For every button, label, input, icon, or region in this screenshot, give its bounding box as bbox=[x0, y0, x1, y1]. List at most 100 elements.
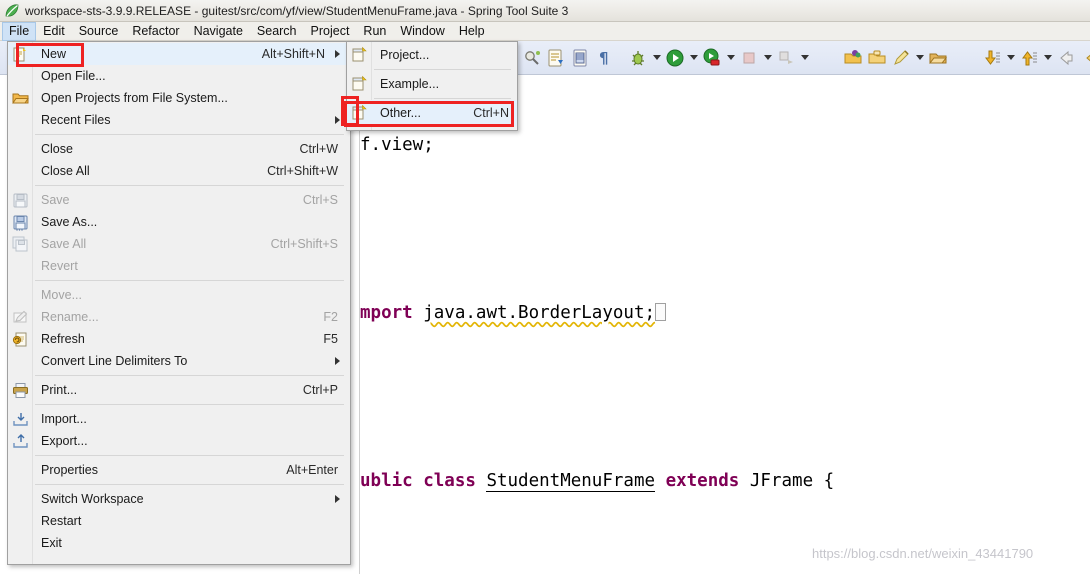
menu-item-new[interactable]: New Alt+Shift+N bbox=[8, 43, 350, 65]
new-icon bbox=[12, 46, 29, 63]
menubar-item-file[interactable]: File bbox=[2, 21, 37, 41]
debug-dropdown-caret-icon[interactable] bbox=[650, 46, 663, 70]
rename-icon bbox=[12, 309, 29, 326]
relaunch-dropdown-caret-icon[interactable] bbox=[798, 46, 811, 70]
menu-item-save-as[interactable]: Save As... bbox=[8, 211, 350, 233]
previous-annotation-icon[interactable] bbox=[1017, 46, 1041, 70]
submenu-separator bbox=[374, 69, 511, 70]
relaunch-icon[interactable] bbox=[774, 46, 798, 70]
show-whitespace-icon[interactable]: ¶ bbox=[592, 46, 616, 70]
package-icon[interactable] bbox=[926, 46, 950, 70]
submenu-item-project[interactable]: Project... bbox=[347, 42, 517, 68]
submenu-item-label: Project... bbox=[380, 48, 430, 62]
menu-item-label: Save As... bbox=[41, 215, 98, 229]
submenu-item-other[interactable]: Other... Ctrl+N bbox=[347, 100, 517, 126]
run-boot-dropdown-caret-icon[interactable] bbox=[724, 46, 737, 70]
menu-item-close[interactable]: Close Ctrl+W bbox=[8, 138, 350, 160]
menu-item-close-all[interactable]: Close All Ctrl+Shift+W bbox=[8, 160, 350, 182]
debug-icon[interactable] bbox=[626, 46, 650, 70]
menu-item-accelerator: Ctrl+Shift+W bbox=[267, 164, 338, 178]
back-icon[interactable] bbox=[1054, 46, 1078, 70]
next-annotation-icon[interactable] bbox=[980, 46, 1004, 70]
menu-item-label: Close All bbox=[41, 164, 90, 178]
menu-item-switch-workspace[interactable]: Switch Workspace bbox=[8, 488, 350, 510]
edit-icon[interactable] bbox=[889, 46, 913, 70]
search-declaration-icon[interactable] bbox=[520, 46, 544, 70]
refresh-icon bbox=[12, 331, 29, 348]
menubar-item-navigate[interactable]: Navigate bbox=[187, 22, 250, 41]
folder-open-icon bbox=[12, 90, 29, 107]
menu-item-rename: Rename... F2 bbox=[8, 306, 350, 328]
menubar-item-help[interactable]: Help bbox=[452, 22, 492, 41]
menu-item-save-all: Save All Ctrl+Shift+S bbox=[8, 233, 350, 255]
menu-item-label: Convert Line Delimiters To bbox=[41, 354, 188, 368]
import-icon bbox=[12, 411, 29, 428]
menu-item-label: Exit bbox=[41, 536, 62, 550]
run-icon[interactable] bbox=[663, 46, 687, 70]
menubar-item-run[interactable]: Run bbox=[356, 22, 393, 41]
menu-separator bbox=[35, 134, 344, 135]
menu-item-label: Refresh bbox=[41, 332, 85, 346]
submenu-arrow-icon bbox=[335, 357, 340, 365]
spring-leaf-icon bbox=[4, 3, 20, 19]
menubar-item-search[interactable]: Search bbox=[250, 22, 304, 41]
new-java-package-icon[interactable] bbox=[568, 46, 592, 70]
menu-item-export[interactable]: Export... bbox=[8, 430, 350, 452]
collapsed-imports-box[interactable] bbox=[655, 303, 667, 321]
menubar-item-window[interactable]: Window bbox=[393, 22, 451, 41]
menu-item-restart[interactable]: Restart bbox=[8, 510, 350, 532]
menubar-item-project[interactable]: Project bbox=[304, 22, 357, 41]
new-other-icon bbox=[351, 104, 368, 121]
menu-item-properties[interactable]: Properties Alt+Enter bbox=[8, 459, 350, 481]
menu-item-accelerator: Alt+Enter bbox=[286, 463, 338, 477]
menu-item-accelerator: Ctrl+S bbox=[302, 193, 338, 207]
code-line: ublic class StudentMenuFrame extends JFr… bbox=[360, 471, 835, 492]
terminate-icon[interactable] bbox=[737, 46, 761, 70]
menu-item-label: Save bbox=[41, 193, 70, 207]
code-text[interactable]: f.view; mport java.awt.BorderLayout; ubl… bbox=[350, 75, 1090, 574]
submenu-item-label: Other... bbox=[380, 106, 421, 120]
menubar-item-refactor[interactable]: Refactor bbox=[125, 22, 186, 41]
submenu-arrow-icon bbox=[335, 116, 340, 124]
menu-item-label: Revert bbox=[41, 259, 78, 273]
menubar-item-source[interactable]: Source bbox=[72, 22, 126, 41]
terminate-dropdown-caret-icon[interactable] bbox=[761, 46, 774, 70]
menu-item-open-file[interactable]: Open File... bbox=[8, 65, 350, 87]
save-icon bbox=[12, 192, 29, 209]
submenu-item-label: Example... bbox=[380, 77, 440, 91]
menu-item-recent-files[interactable]: Recent Files bbox=[8, 109, 350, 131]
submenu-separator bbox=[374, 98, 511, 99]
code-line: mport java.awt.BorderLayout; bbox=[350, 299, 1090, 327]
menu-item-convert-line-delimiters-to[interactable]: Convert Line Delimiters To bbox=[8, 350, 350, 372]
run-boot-icon[interactable] bbox=[700, 46, 724, 70]
menu-item-exit[interactable]: Exit bbox=[8, 532, 350, 554]
file-menu-popup[interactable]: New Alt+Shift+N Open File... Open Projec… bbox=[7, 41, 351, 565]
edit-dropdown-caret-icon[interactable] bbox=[913, 46, 926, 70]
submenu-arrow-icon bbox=[335, 50, 340, 58]
submenu-item-accelerator: Ctrl+N bbox=[473, 106, 509, 120]
previous-annotation-caret-icon[interactable] bbox=[1041, 46, 1054, 70]
new-spring-project-icon[interactable] bbox=[841, 46, 865, 70]
menubar-item-edit[interactable]: Edit bbox=[36, 22, 72, 41]
forward-icon[interactable] bbox=[1078, 46, 1090, 70]
run-dropdown-caret-icon[interactable] bbox=[687, 46, 700, 70]
menu-item-import[interactable]: Import... bbox=[8, 408, 350, 430]
menu-item-print[interactable]: Print... Ctrl+P bbox=[8, 379, 350, 401]
submenu-item-example[interactable]: Example... bbox=[347, 71, 517, 97]
new-submenu-popup[interactable]: Project... Example... Other... Ctrl+N bbox=[346, 41, 518, 131]
menu-item-label: Open Projects from File System... bbox=[41, 91, 228, 105]
open-folder-icon[interactable] bbox=[865, 46, 889, 70]
menu-item-move: Move... bbox=[8, 284, 350, 306]
new-java-class-icon[interactable] bbox=[544, 46, 568, 70]
menu-item-label: Properties bbox=[41, 463, 98, 477]
submenu-arrow-icon bbox=[335, 495, 340, 503]
new-project-icon bbox=[351, 46, 368, 63]
menu-item-accelerator: Ctrl+Shift+S bbox=[270, 237, 338, 251]
menu-item-open-projects-from-file-system[interactable]: Open Projects from File System... bbox=[8, 87, 350, 109]
menu-item-refresh[interactable]: Refresh F5 bbox=[8, 328, 350, 350]
menu-item-label: Export... bbox=[41, 434, 88, 448]
menu-item-label: New bbox=[41, 47, 67, 61]
next-annotation-caret-icon[interactable] bbox=[1004, 46, 1017, 70]
